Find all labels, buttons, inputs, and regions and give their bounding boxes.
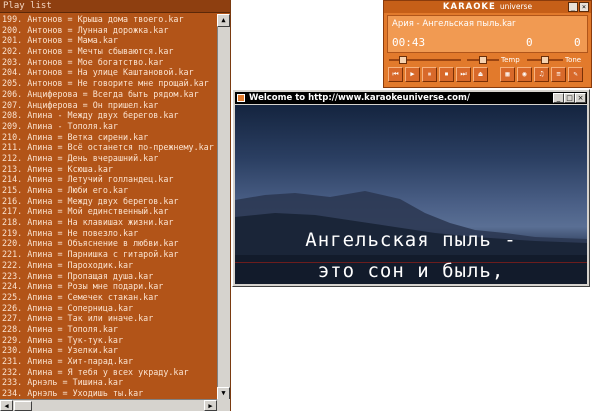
lyric-line-2: это сон и быль, — [317, 260, 505, 282]
video-window: Welcome to http://www.karaokeuniverse.co… — [232, 89, 590, 287]
edit-icon[interactable]: ✎ — [568, 67, 583, 82]
playlist-item[interactable]: 217. Апина = Мой единственный.kar — [0, 206, 217, 217]
playlist-item[interactable]: 213. Апина = Ксюша.kar — [0, 164, 217, 175]
playlist-item[interactable]: 221. Апина = Парнишка с гитарой.kar — [0, 249, 217, 260]
playlist-list[interactable]: 199. Антонов = Крыша дома твоего.kar 200.… — [0, 14, 217, 400]
playlist-vertical-scrollbar[interactable]: ▲ ▼ — [217, 14, 230, 400]
karaoke-player: KARAOKE universe _ × Ария - Ангельская п… — [383, 0, 592, 88]
playlist-item[interactable]: 204. Антонов = На улице Каштановой.kar — [0, 67, 217, 78]
playlist-item[interactable]: 208. Апина - Между двух берегов.kar — [0, 110, 217, 121]
playlist-panel: Play list 199. Антонов = Крыша дома твое… — [0, 0, 231, 411]
playlist-item[interactable]: 228. Апина = Тополя.kar — [0, 324, 217, 335]
player-controls: ⏮ ▶ ⏸ ⏹ ⏭ ⏏ ▦ ◉ ♫ ≡ ✎ — [387, 67, 588, 83]
minimize-icon[interactable]: _ — [568, 2, 578, 12]
landscape-hills — [235, 191, 587, 284]
app-icon — [237, 94, 245, 102]
playlist-item[interactable]: 226. Апина = Соперница.kar — [0, 303, 217, 314]
counter-a: 0 — [526, 36, 533, 49]
player-sliders: Temp Tone — [387, 55, 588, 65]
temp-slider-thumb[interactable] — [479, 56, 487, 64]
playlist-item[interactable]: 224. Апина = Розы мне подари.kar — [0, 281, 217, 292]
playlist-item[interactable]: 209. Апина - Тополя.kar — [0, 121, 217, 132]
maximize-icon[interactable]: □ — [564, 93, 575, 103]
playlist-item[interactable]: 227. Апина = Так или иначе.kar — [0, 313, 217, 324]
stop-icon[interactable]: ⏹ — [439, 67, 454, 82]
playlist-item[interactable]: 229. Апина = Тук-тук.kar — [0, 335, 217, 346]
playlist-item[interactable]: 200. Антонов = Лунная дорожка.kar — [0, 25, 217, 36]
close-icon[interactable]: × — [575, 93, 586, 103]
playlist-item[interactable]: 223. Апина = Пропащая душа.kar — [0, 271, 217, 282]
tone-slider-thumb[interactable] — [541, 56, 549, 64]
scroll-right-icon[interactable]: ▶ — [204, 400, 217, 411]
video-window-titlebar[interactable]: Welcome to http://www.karaokeuniverse.co… — [235, 92, 587, 104]
next-icon[interactable]: ⏭ — [456, 67, 471, 82]
playlist-item[interactable]: 219. Апина = Не повезло.kar — [0, 228, 217, 239]
karaoke-background-image: Ангельская пыль - это сон и быль, — [235, 105, 587, 284]
playlist-item[interactable]: 234. Арнэль = Уходишь ты.kar — [0, 388, 217, 399]
current-song-title: Ария - Ангельская пыль.kar — [392, 19, 516, 29]
playlist-item[interactable]: 212. Апина = День вчерашний.kar — [0, 153, 217, 164]
previous-icon[interactable]: ⏮ — [388, 67, 403, 82]
player-display: Ария - Ангельская пыль.kar 00:43 0 0 — [387, 15, 588, 53]
counter-b: 0 — [574, 36, 581, 49]
scroll-up-icon[interactable]: ▲ — [217, 14, 230, 27]
minimize-icon[interactable]: _ — [553, 93, 564, 103]
eject-icon[interactable]: ⏏ — [473, 67, 488, 82]
record-icon[interactable]: ◉ — [517, 67, 532, 82]
playlist-item[interactable]: 207. Анциферова = Он пришел.kar — [0, 100, 217, 111]
playlist-item[interactable]: 218. Апина = На клавишах жизни.kar — [0, 217, 217, 228]
scrollbar-corner — [217, 399, 230, 411]
playlist-item[interactable]: 232. Апина = Я тебя у всех украду.kar — [0, 367, 217, 378]
lyric-line-1: Ангельская пыль - — [305, 229, 517, 251]
playlist-item[interactable]: 202. Антонов = Мечты сбываются.kar — [0, 46, 217, 57]
scroll-left-icon[interactable]: ◀ — [0, 400, 13, 411]
playlist-item[interactable]: 220. Апина = Объяснение в любви.kar — [0, 238, 217, 249]
playlist-item[interactable]: 216. Апина = Между двух берегов.kar — [0, 196, 217, 207]
player-title: KARAOKE — [442, 2, 496, 12]
playlist-item[interactable]: 205. Антонов = Не говорите мне прощай.ka… — [0, 78, 217, 89]
playlist-item[interactable]: 230. Апина = Узелки.kar — [0, 345, 217, 356]
playlist-item[interactable]: 233. Арнэль = Тишина.kar — [0, 377, 217, 388]
pause-icon[interactable]: ⏸ — [422, 67, 437, 82]
playlist-item[interactable]: 211. Апина = Всё останется по-прежнему.k… — [0, 142, 217, 153]
volume-slider-thumb[interactable] — [398, 56, 407, 64]
video-window-title: Welcome to http://www.karaokeuniverse.co… — [249, 93, 470, 103]
playlist-item[interactable]: 225. Апина = Семечек стакан.kar — [0, 292, 217, 303]
playlist-item[interactable]: 201. Антонов = Мама.kar — [0, 35, 217, 46]
playlist-header: Play list — [0, 0, 230, 13]
playlist-item[interactable]: 231. Апина = Хит-парад.kar — [0, 356, 217, 367]
playlist-horizontal-scrollbar[interactable]: ◀ ▶ — [0, 399, 217, 411]
music-icon[interactable]: ♫ — [534, 67, 549, 82]
player-title-sub: universe — [499, 2, 533, 11]
play-icon[interactable]: ▶ — [405, 67, 420, 82]
playlist-item[interactable]: 210. Апина = Ветка сирени.kar — [0, 132, 217, 143]
playlist-item[interactable]: 214. Апина = Летучий голландец.kar — [0, 174, 217, 185]
menu-icon[interactable]: ≡ — [551, 67, 566, 82]
playlist-item[interactable]: 222. Апина = Пароходик.kar — [0, 260, 217, 271]
close-icon[interactable]: × — [579, 2, 589, 12]
elapsed-time: 00:43 — [392, 36, 426, 49]
playlist-item[interactable]: 215. Апина = Люби его.kar — [0, 185, 217, 196]
playlist-item[interactable]: 199. Антонов = Крыша дома твоего.kar — [0, 14, 217, 25]
playlist-item[interactable]: 206. Анциферова = Всегда быть рядом.kar — [0, 89, 217, 100]
tone-label: Tone — [565, 56, 582, 64]
playlist-icon[interactable]: ▦ — [500, 67, 515, 82]
temp-label: Temp — [501, 56, 520, 64]
playlist-item[interactable]: 203. Антонов = Мое богатство.kar — [0, 57, 217, 68]
horizontal-scroll-thumb[interactable] — [14, 401, 32, 411]
player-title-bar[interactable]: KARAOKE universe — [384, 1, 591, 13]
